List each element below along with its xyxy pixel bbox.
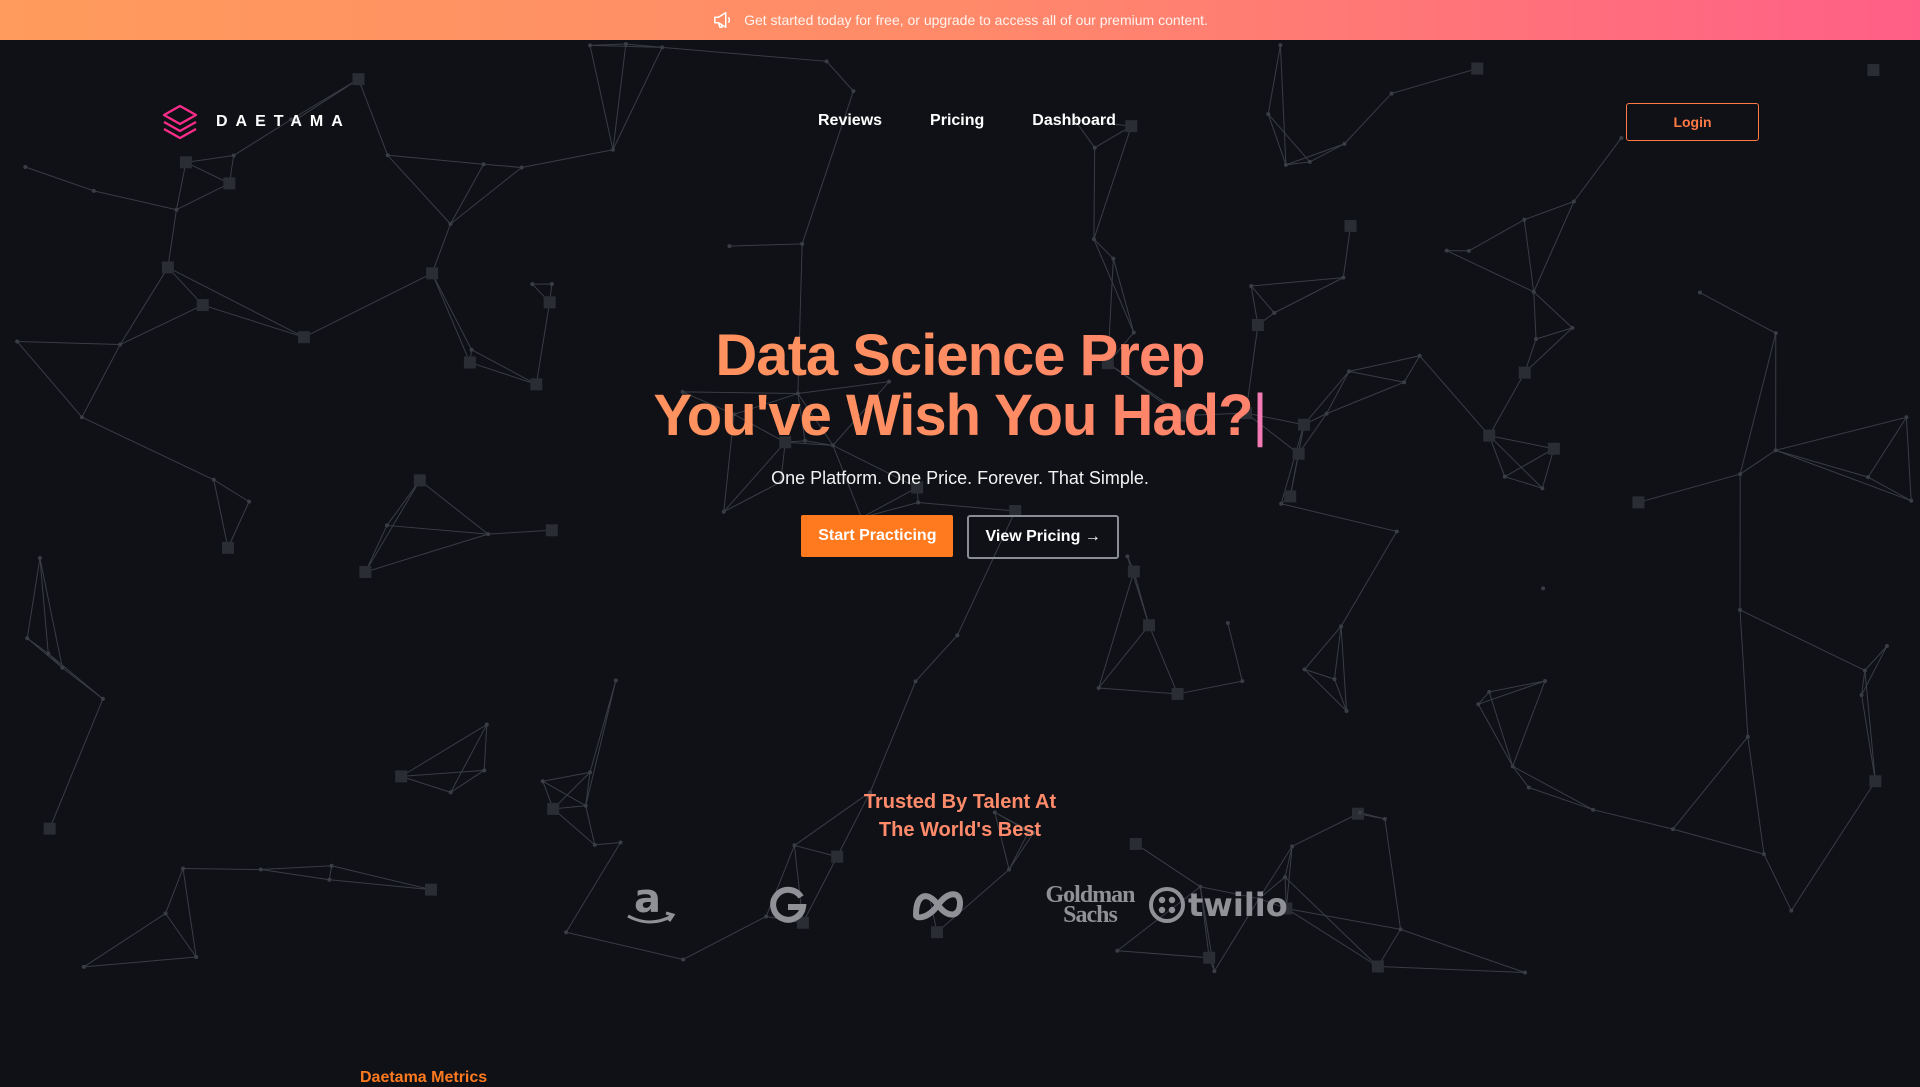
brand-logo[interactable]: DAETAMA: [160, 102, 351, 142]
hero-subtitle: One Platform. One Price. Forever. That S…: [0, 468, 1920, 489]
hero-title-line-2-text: You've Wish You Had?: [653, 383, 1252, 448]
start-practicing-button[interactable]: Start Practicing: [801, 515, 953, 557]
nav-link-dashboard[interactable]: Dashboard: [1032, 112, 1116, 130]
amazon-logo: a: [620, 882, 680, 928]
hero-title-line-2: You've Wish You Had?|: [0, 386, 1920, 446]
top-navigation: DAETAMA Reviews Pricing Dashboard Login: [0, 100, 1920, 146]
hero-title: Data Science Prep You've Wish You Had?|: [0, 326, 1920, 446]
hero-cta-group: Start Practicing View Pricing →: [0, 515, 1920, 559]
nav-links: Reviews Pricing Dashboard: [818, 112, 1116, 130]
sachs-text: Sachs: [1063, 905, 1117, 925]
view-pricing-button[interactable]: View Pricing →: [967, 515, 1118, 559]
nav-link-pricing[interactable]: Pricing: [930, 112, 984, 130]
hero-title-line-1: Data Science Prep: [0, 326, 1920, 386]
trusted-line-2: The World's Best: [0, 816, 1920, 844]
nav-link-reviews[interactable]: Reviews: [818, 112, 882, 130]
trusted-line-1: Trusted By Talent At: [0, 788, 1920, 816]
hero-section: Data Science Prep You've Wish You Had?| …: [0, 326, 1920, 559]
typing-caret: |: [1253, 383, 1267, 448]
svg-text:a: a: [634, 882, 661, 922]
megaphone-icon: [712, 10, 734, 30]
banner-text: Get started today for free, or upgrade t…: [744, 12, 1208, 28]
trusted-by-heading: Trusted By Talent At The World's Best: [0, 788, 1920, 844]
brand-name: DAETAMA: [216, 113, 351, 131]
goldman-sachs-logo: Goldman Sachs: [1040, 885, 1140, 925]
company-logos: a Goldman Sachs twilio: [620, 880, 1340, 930]
twilio-text: twilio: [1188, 886, 1288, 924]
twilio-logo: twilio: [1148, 886, 1288, 924]
google-logo: [768, 885, 808, 925]
twilio-mark-icon: [1148, 886, 1186, 924]
announcement-banner: Get started today for free, or upgrade t…: [0, 0, 1920, 40]
layers-logo-icon: [160, 102, 200, 142]
meta-logo: [908, 885, 968, 925]
section-label: Daetama Metrics: [360, 1069, 487, 1087]
login-button[interactable]: Login: [1626, 103, 1759, 141]
